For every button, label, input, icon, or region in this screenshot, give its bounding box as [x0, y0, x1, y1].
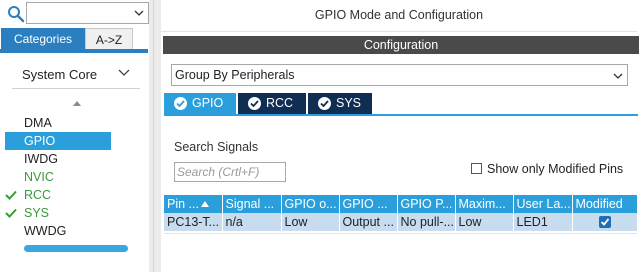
tab-rcc[interactable]: RCC: [238, 93, 306, 114]
search-icon[interactable]: [7, 5, 25, 23]
sort-up-icon[interactable]: [72, 99, 82, 109]
sidebar-item-label: GPIO: [24, 134, 56, 148]
column-header-pin[interactable]: Pin ...: [164, 195, 223, 213]
sidebar-item-sys[interactable]: SYS: [5, 204, 50, 222]
search-signals-label: Search Signals: [174, 140, 259, 154]
table-cell: n/a: [222, 213, 282, 231]
search-signals-input[interactable]: [174, 162, 286, 182]
table-cell: Low: [455, 213, 514, 231]
table-cell: Low: [281, 213, 340, 231]
column-header-gpio-output-level[interactable]: GPIO o...: [281, 195, 340, 213]
system-core-header[interactable]: System Core: [12, 64, 140, 86]
column-header-modified[interactable]: Modified: [572, 195, 638, 213]
sidebar-item-iwdg[interactable]: IWDG: [24, 150, 58, 168]
sidebar-item-nvic[interactable]: NVIC: [24, 168, 54, 186]
tab-sys[interactable]: SYS: [308, 93, 372, 114]
sidebar-item-label: NVIC: [24, 170, 54, 184]
system-core-label: System Core: [22, 67, 98, 82]
column-header-gpio-pull[interactable]: GPIO P...: [397, 195, 456, 213]
signals-table: Pin ... Signal ... GPIO o... GPIO ... GP…: [164, 195, 638, 231]
sidebar-item-label: IWDG: [24, 152, 59, 166]
column-header-label: Pin ...: [167, 197, 199, 211]
check-circle-icon: [174, 97, 187, 110]
splitter-line: [153, 0, 154, 272]
sidebar-item-label: SYS: [24, 206, 50, 220]
splitter[interactable]: [149, 0, 161, 272]
chevron-down-icon[interactable]: [613, 71, 623, 81]
category-tab-underline: [0, 49, 148, 53]
table-cell: PC13-T...: [164, 213, 223, 231]
table-bottom-border: [164, 233, 637, 234]
group-by-value: Group By Peripherals: [175, 68, 295, 82]
column-header-user-label[interactable]: User La...: [513, 195, 573, 213]
table-row[interactable]: PC13-T... n/a Low Output ... No pull-...…: [164, 213, 638, 231]
tab-label: RCC: [266, 96, 294, 110]
sort-up-icon: [200, 201, 209, 207]
sidebar-item-dma[interactable]: DMA: [24, 114, 129, 132]
sidebar-item-label: RCC: [24, 188, 52, 202]
sidebar-item-gpio[interactable]: GPIO: [5, 132, 111, 150]
only-modified-checkbox[interactable]: [471, 163, 482, 174]
page-title: GPIO Mode and Configuration: [161, 0, 637, 32]
tab-label: SYS: [336, 96, 362, 110]
column-header-signal[interactable]: Signal ...: [222, 195, 282, 213]
table-cell: No pull-...: [397, 213, 456, 231]
group-by-select[interactable]: Group By Peripherals: [171, 64, 628, 86]
chevron-down-icon[interactable]: [134, 8, 144, 18]
system-core-divider: [12, 88, 140, 89]
column-header-gpio-mode[interactable]: GPIO ...: [339, 195, 398, 213]
sidebar-item-label: DMA: [24, 116, 52, 130]
peripheral-search-combo[interactable]: [26, 2, 149, 24]
sidebar-search-row: [4, 2, 149, 24]
configuration-header: Configuration: [163, 36, 639, 54]
tabs-underline: [164, 114, 638, 116]
modified-cell: [572, 213, 638, 231]
check-circle-icon: [248, 97, 261, 110]
modified-checkbox[interactable]: [598, 216, 611, 228]
sidebar-item-wwdg[interactable]: WWDG: [24, 222, 66, 240]
tab-gpio[interactable]: GPIO: [164, 93, 236, 114]
main-panel: GPIO Mode and Configuration Configuratio…: [161, 0, 641, 272]
table-cell: LED1: [513, 213, 573, 231]
check-circle-icon: [318, 97, 331, 110]
column-header-max-speed[interactable]: Maxim...: [455, 195, 514, 213]
sidebar-horizontal-scrollbar[interactable]: [24, 245, 128, 252]
chevron-down-icon: [118, 69, 130, 76]
tab-a-to-z[interactable]: A->Z: [85, 28, 133, 50]
category-tabs: Categories A->Z: [1, 28, 147, 50]
sidebar: Categories A->Z System Core DMA GPIO IWD…: [0, 0, 149, 272]
tab-label: GPIO: [192, 96, 224, 110]
check-icon: [5, 208, 17, 218]
table-header-row: Pin ... Signal ... GPIO o... GPIO ... GP…: [164, 195, 638, 213]
sidebar-item-label: WWDG: [24, 224, 67, 238]
table-cell: Output ...: [339, 213, 398, 231]
sidebar-item-rcc[interactable]: RCC: [5, 186, 52, 204]
check-icon: [5, 190, 17, 200]
tab-categories[interactable]: Categories: [1, 28, 85, 50]
only-modified-label: Show only Modified Pins: [487, 162, 624, 176]
